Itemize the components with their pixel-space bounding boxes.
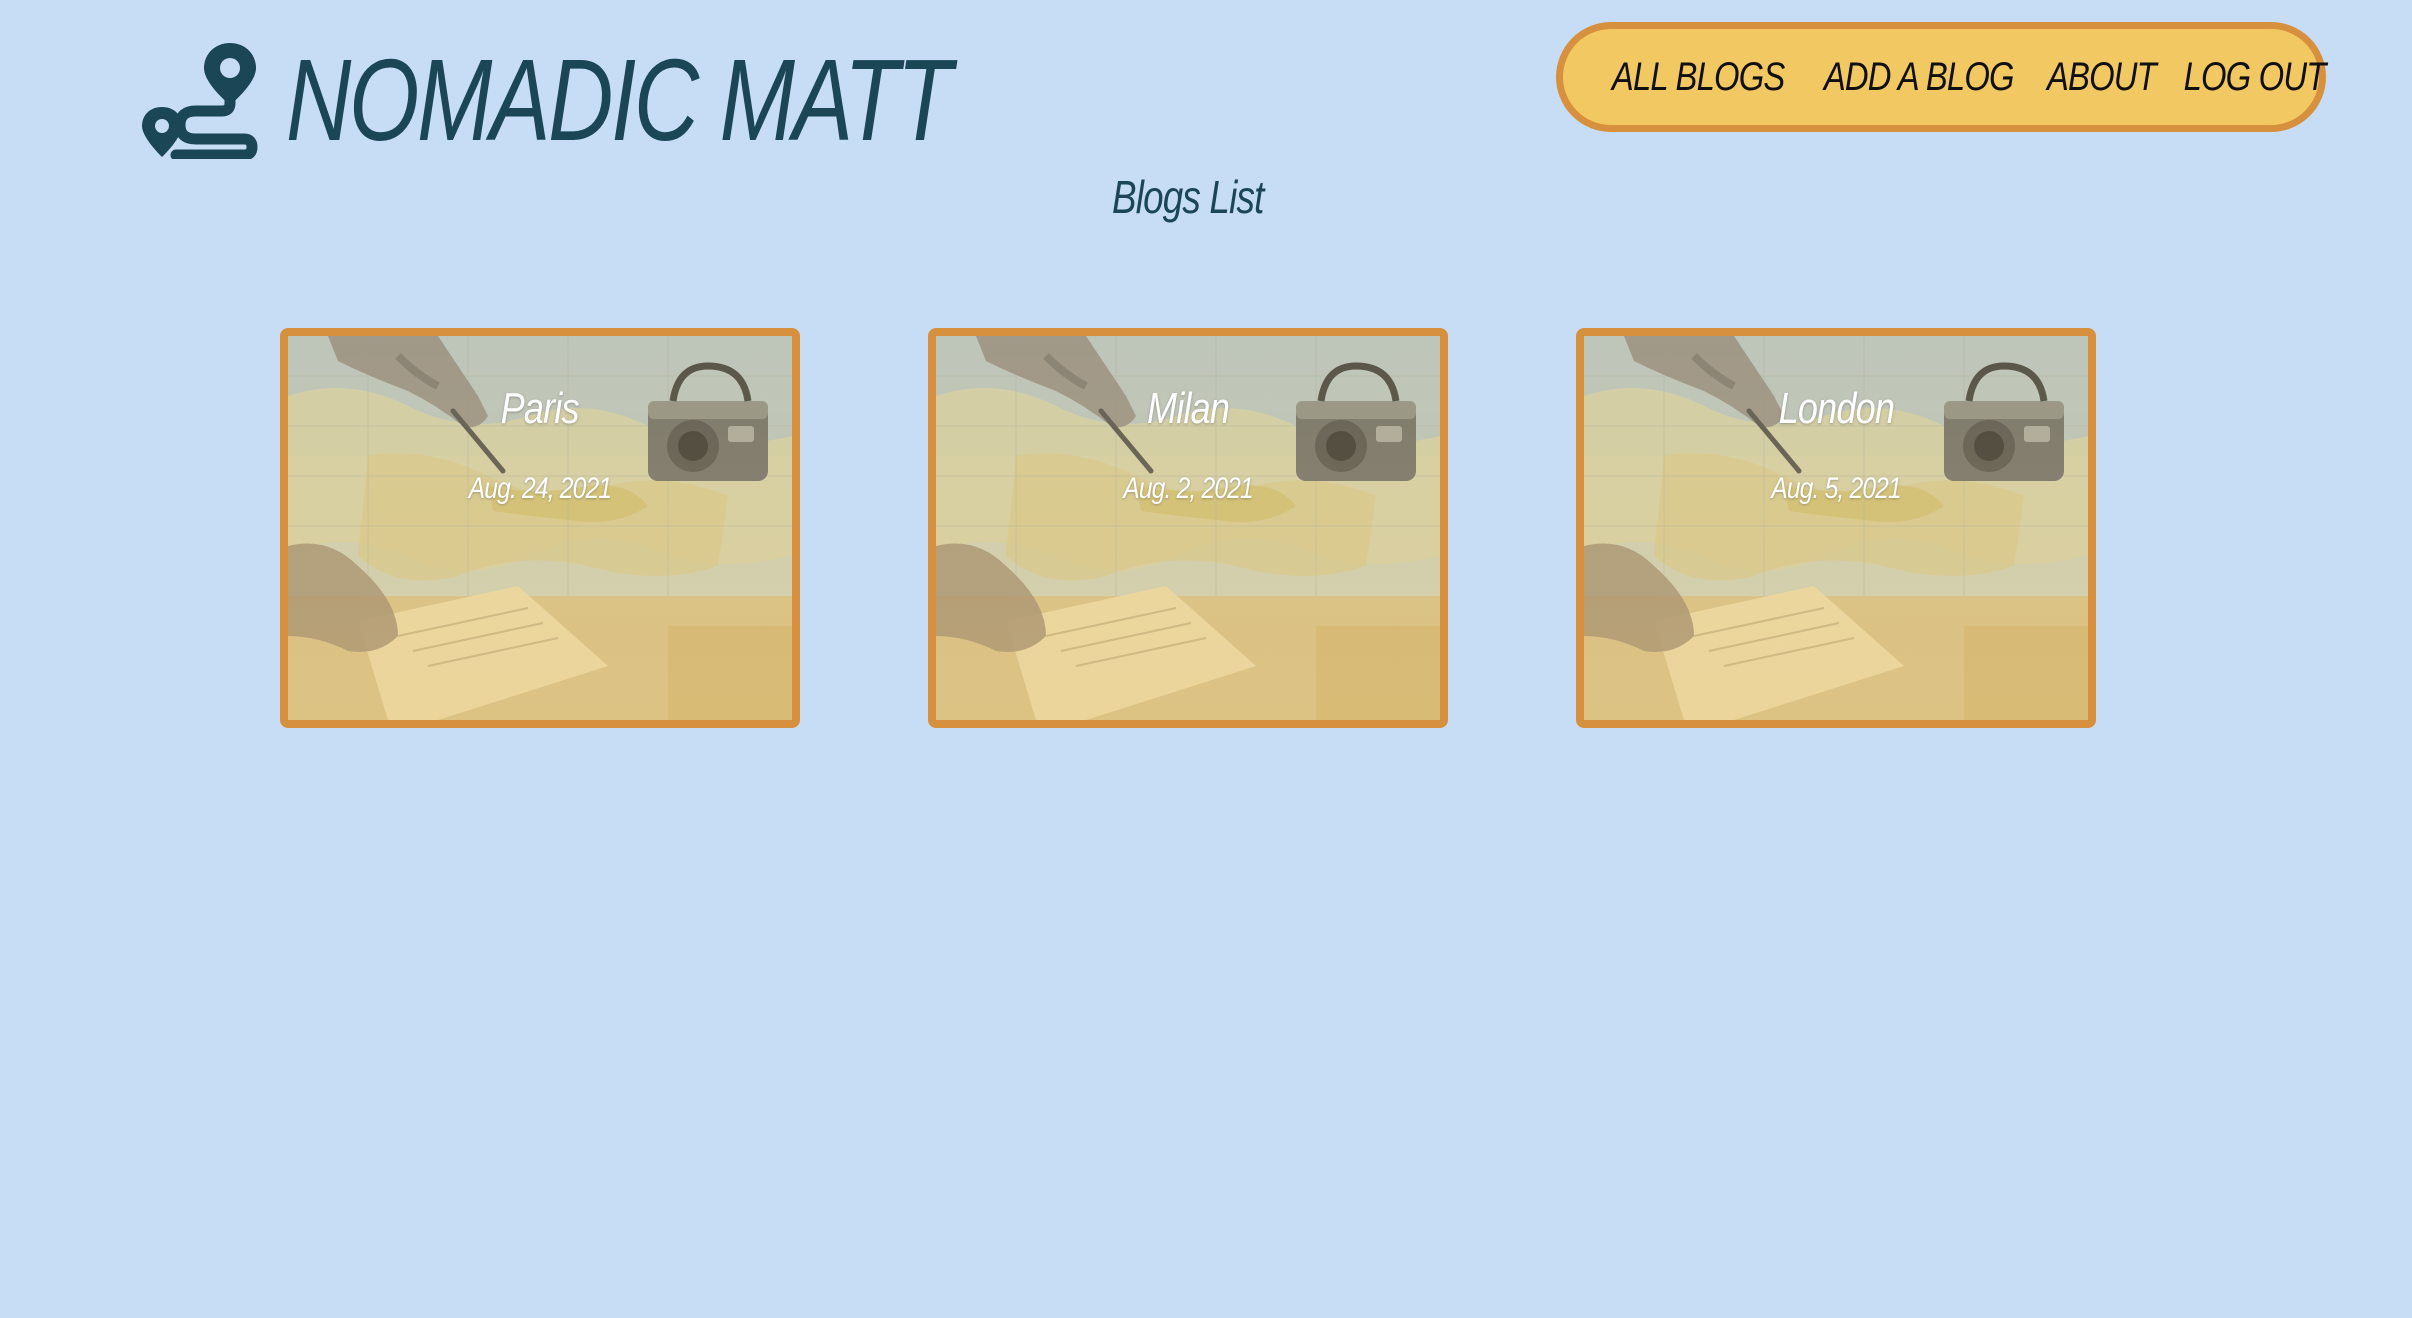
nav-log-out[interactable]: LOG OUT bbox=[2183, 55, 2326, 100]
page-title: Blogs List bbox=[0, 170, 2376, 224]
brand-title: NOMADIC MATT bbox=[286, 35, 952, 165]
main-nav: ALL BLOGS ADD A BLOG ABOUT LOG OUT bbox=[1556, 22, 2326, 132]
blog-card-date-text: Aug. 24, 2021 bbox=[468, 472, 612, 505]
brand-home-link[interactable]: NOMADIC MATT bbox=[140, 40, 1137, 160]
blog-card-date: Aug. 5, 2021 bbox=[1584, 472, 2088, 506]
blog-card-date-text: Aug. 5, 2021 bbox=[1771, 472, 1902, 505]
nav-about[interactable]: ABOUT bbox=[2047, 55, 2157, 100]
blog-card-title: London bbox=[1584, 384, 2088, 434]
blog-card-title-text: Paris bbox=[500, 384, 580, 433]
blog-card-title: Paris bbox=[288, 384, 792, 434]
nav-add-a-blog[interactable]: ADD A BLOG bbox=[1824, 55, 2015, 100]
blog-card-date: Aug. 24, 2021 bbox=[288, 472, 792, 506]
blog-card[interactable]: Milan Aug. 2, 2021 bbox=[928, 328, 1448, 728]
blog-card[interactable]: Paris Aug. 24, 2021 bbox=[280, 328, 800, 728]
blog-card[interactable]: London Aug. 5, 2021 bbox=[1576, 328, 2096, 728]
nav-all-blogs[interactable]: ALL BLOGS bbox=[1612, 55, 1785, 100]
blog-card-title-text: Milan bbox=[1146, 384, 1230, 433]
blog-card-title-text: London bbox=[1778, 384, 1894, 433]
blog-card-title: Milan bbox=[936, 384, 1440, 434]
route-pin-icon bbox=[142, 43, 258, 159]
blog-card-date: Aug. 2, 2021 bbox=[936, 472, 1440, 506]
page-title-text: Blogs List bbox=[1112, 171, 1264, 223]
blog-card-date-text: Aug. 2, 2021 bbox=[1123, 472, 1254, 505]
